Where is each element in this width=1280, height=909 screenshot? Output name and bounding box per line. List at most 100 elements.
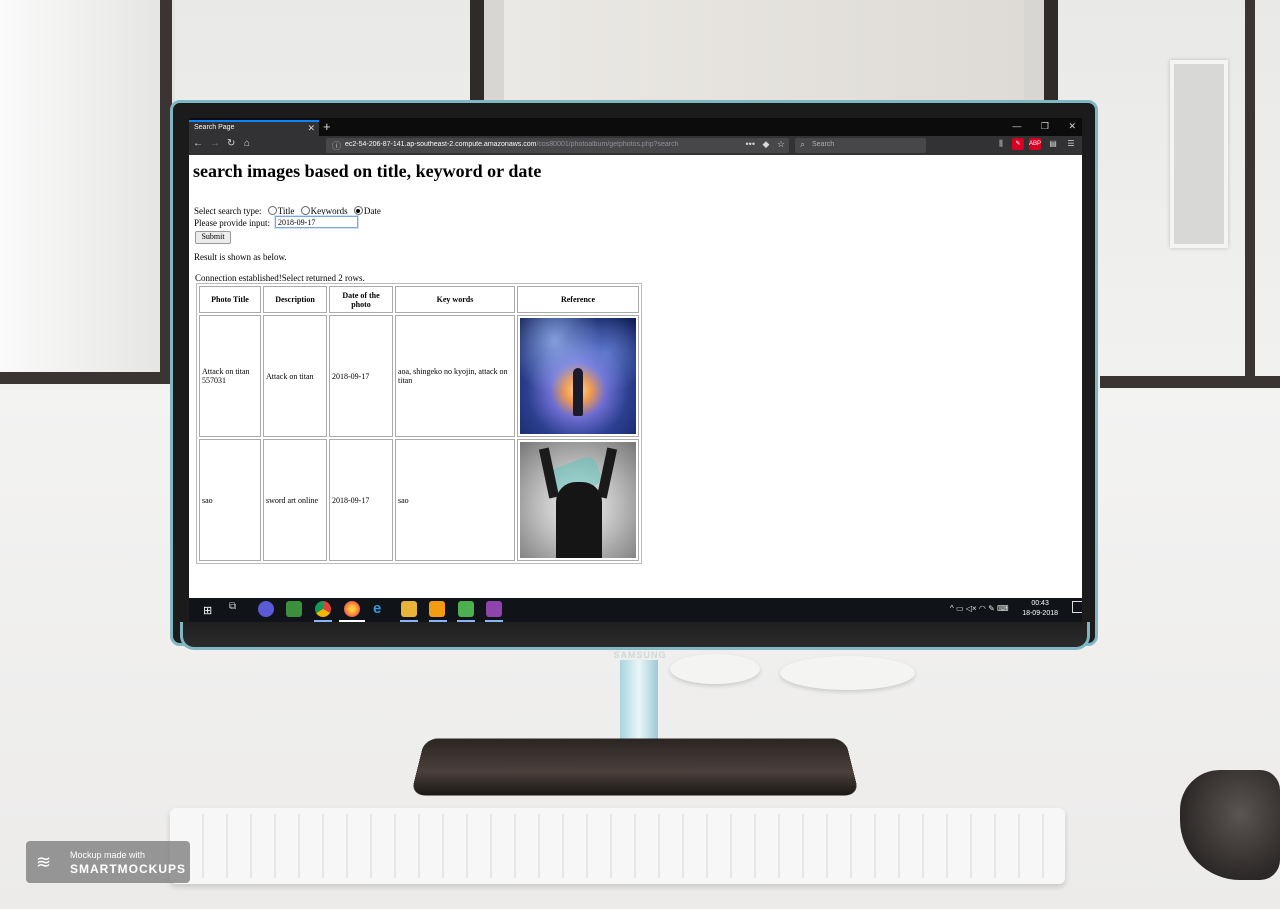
- clock[interactable]: 00:43 18-09-2018: [1022, 599, 1058, 619]
- close-window-icon[interactable]: ✕: [1068, 121, 1076, 131]
- home-icon[interactable]: ⌂: [244, 138, 250, 149]
- notification-icon[interactable]: [1072, 601, 1082, 613]
- restore-icon[interactable]: ❐: [1041, 121, 1049, 131]
- keyboard: [170, 808, 1065, 884]
- cell-description: sword art online: [263, 439, 327, 561]
- connection-message: Connection established!Select returned 2…: [195, 273, 365, 283]
- file-explorer-icon[interactable]: [401, 601, 417, 617]
- room-scene: SAMSUNG Search Page ✕ + — ❐ ✕ ← → ↻ ⌂ ⓘ …: [0, 0, 1280, 909]
- clock-date: 18-09-2018: [1022, 610, 1058, 617]
- cell-reference: [517, 315, 639, 437]
- app-icon[interactable]: [429, 601, 445, 617]
- monitor-brand: SAMSUNG: [613, 650, 667, 660]
- pen-icon[interactable]: ✎: [988, 604, 995, 613]
- radio-date-label: Date: [363, 206, 381, 216]
- cell-description: Attack on titan: [263, 315, 327, 437]
- menu-icon[interactable]: ☰: [1065, 138, 1077, 150]
- cell-reference: [517, 439, 639, 561]
- left-wall: [0, 0, 175, 380]
- chrome-icon[interactable]: [315, 601, 331, 617]
- url-bar[interactable]: ⓘ ec2-54-206-87-141.ap-southeast-2.compu…: [326, 138, 789, 153]
- app-icon[interactable]: [486, 601, 502, 617]
- results-table: Photo Title Description Date of the phot…: [196, 283, 642, 564]
- window-frame: [1100, 376, 1280, 388]
- app-icon[interactable]: [258, 601, 274, 617]
- cell-keywords: aoa, shingeko no kyojin, attack on titan: [395, 315, 515, 437]
- search-input[interactable]: 2018-09-17: [275, 216, 358, 228]
- monitor-chin: [180, 622, 1090, 650]
- running-indicator: [400, 620, 418, 622]
- page-actions-icon[interactable]: •••: [746, 139, 755, 149]
- app-icon[interactable]: [458, 601, 474, 617]
- running-indicator: [314, 620, 332, 622]
- window-frame: [0, 372, 170, 384]
- table-row: Attack on titan 557031 Attack on titan 2…: [199, 315, 639, 437]
- search-bar[interactable]: ⌕ Search: [795, 138, 926, 153]
- sword-art-online-image: [520, 442, 636, 558]
- tab-title: Search Page: [194, 124, 235, 131]
- new-tab-icon[interactable]: +: [323, 119, 331, 134]
- result-message: Result is shown as below.: [194, 252, 287, 262]
- layers-icon: ≋: [36, 852, 52, 872]
- tab-bar: Search Page ✕ + — ❐ ✕: [189, 118, 1082, 136]
- info-icon[interactable]: ⓘ: [332, 139, 341, 152]
- header-description: Description: [263, 286, 327, 313]
- search-type-row: Select search type: Title Keywords Date: [194, 206, 381, 216]
- header-photo-title: Photo Title: [199, 286, 261, 313]
- task-view-icon[interactable]: ⧉: [229, 601, 245, 617]
- radio-keywords-label: Keywords: [310, 206, 348, 216]
- sidebar-icon[interactable]: ▤: [1047, 138, 1059, 150]
- volume-icon[interactable]: ◁×: [966, 604, 977, 613]
- window-frame: [1245, 0, 1255, 376]
- extension-icon[interactable]: ✎: [1012, 138, 1024, 150]
- monitor-neck: [620, 660, 658, 750]
- web-page: search images based on title, keyword or…: [189, 155, 1082, 598]
- tray-icons: ^ ▭ ◁× ◠ ✎ ⌨: [950, 604, 1009, 613]
- input-label: Please provide input:: [194, 218, 270, 228]
- forward-icon[interactable]: →: [210, 138, 220, 149]
- bookmark-star-icon[interactable]: ☆: [777, 139, 785, 149]
- monitor-base: [410, 738, 860, 796]
- attack-on-titan-image: [520, 318, 636, 434]
- radio-keywords[interactable]: [300, 206, 310, 215]
- firefox-icon[interactable]: [344, 601, 360, 617]
- cell-title: sao: [199, 439, 261, 561]
- wifi-icon[interactable]: ◠: [979, 604, 986, 613]
- keyboard-icon[interactable]: ⌨: [997, 604, 1009, 613]
- url-path: /cos80001/photoalbum/getphotos.php?searc…: [536, 141, 679, 148]
- minimize-icon[interactable]: —: [1012, 121, 1021, 131]
- battery-icon[interactable]: ▭: [956, 604, 964, 613]
- chevron-up-icon[interactable]: ^: [950, 604, 954, 613]
- radio-date[interactable]: [353, 206, 363, 215]
- pocket-icon[interactable]: ◆: [762, 139, 769, 149]
- url-text: ec2-54-206-87-141.ap-southeast-2.compute…: [345, 141, 735, 148]
- url-actions: ••• ◆ ☆: [741, 139, 785, 150]
- active-indicator: [339, 620, 365, 622]
- input-row: Please provide input: 2018-09-17: [194, 216, 358, 228]
- running-indicator: [485, 620, 503, 622]
- search-icon: ⌕: [800, 139, 806, 149]
- header-keywords: Key words: [395, 286, 515, 313]
- navigation-bar: ← → ↻ ⌂ ⓘ ec2-54-206-87-141.ap-southeast…: [189, 136, 1082, 155]
- reload-icon[interactable]: ↻: [227, 138, 235, 149]
- wall-picture-frame: [1170, 60, 1228, 248]
- windows-taskbar: ⊞ ⧉ e ^ ▭ ◁× ◠ ✎ ⌨ 00:43 18-09-2018: [189, 598, 1082, 622]
- running-indicator: [457, 620, 475, 622]
- radio-title[interactable]: [267, 206, 277, 215]
- window-controls: — ❐ ✕: [995, 121, 1076, 132]
- tab-search-page[interactable]: Search Page ✕: [189, 120, 319, 136]
- library-icon[interactable]: ⫼: [995, 138, 1007, 150]
- close-tab-icon[interactable]: ✕: [307, 123, 315, 134]
- search-placeholder: Search: [812, 141, 835, 148]
- page-title: search images based on title, keyword or…: [193, 161, 542, 181]
- back-icon[interactable]: ←: [193, 138, 203, 149]
- cell-keywords: sao: [395, 439, 515, 561]
- app-icon[interactable]: [286, 601, 302, 617]
- windows-start-icon[interactable]: ⊞: [203, 604, 212, 617]
- header-reference: Reference: [517, 286, 639, 313]
- edge-icon[interactable]: e: [373, 601, 389, 617]
- running-indicator: [429, 620, 447, 622]
- cell-title: Attack on titan 557031: [199, 315, 261, 437]
- adblock-icon[interactable]: ABP: [1029, 138, 1041, 150]
- submit-button[interactable]: Submit: [195, 231, 231, 244]
